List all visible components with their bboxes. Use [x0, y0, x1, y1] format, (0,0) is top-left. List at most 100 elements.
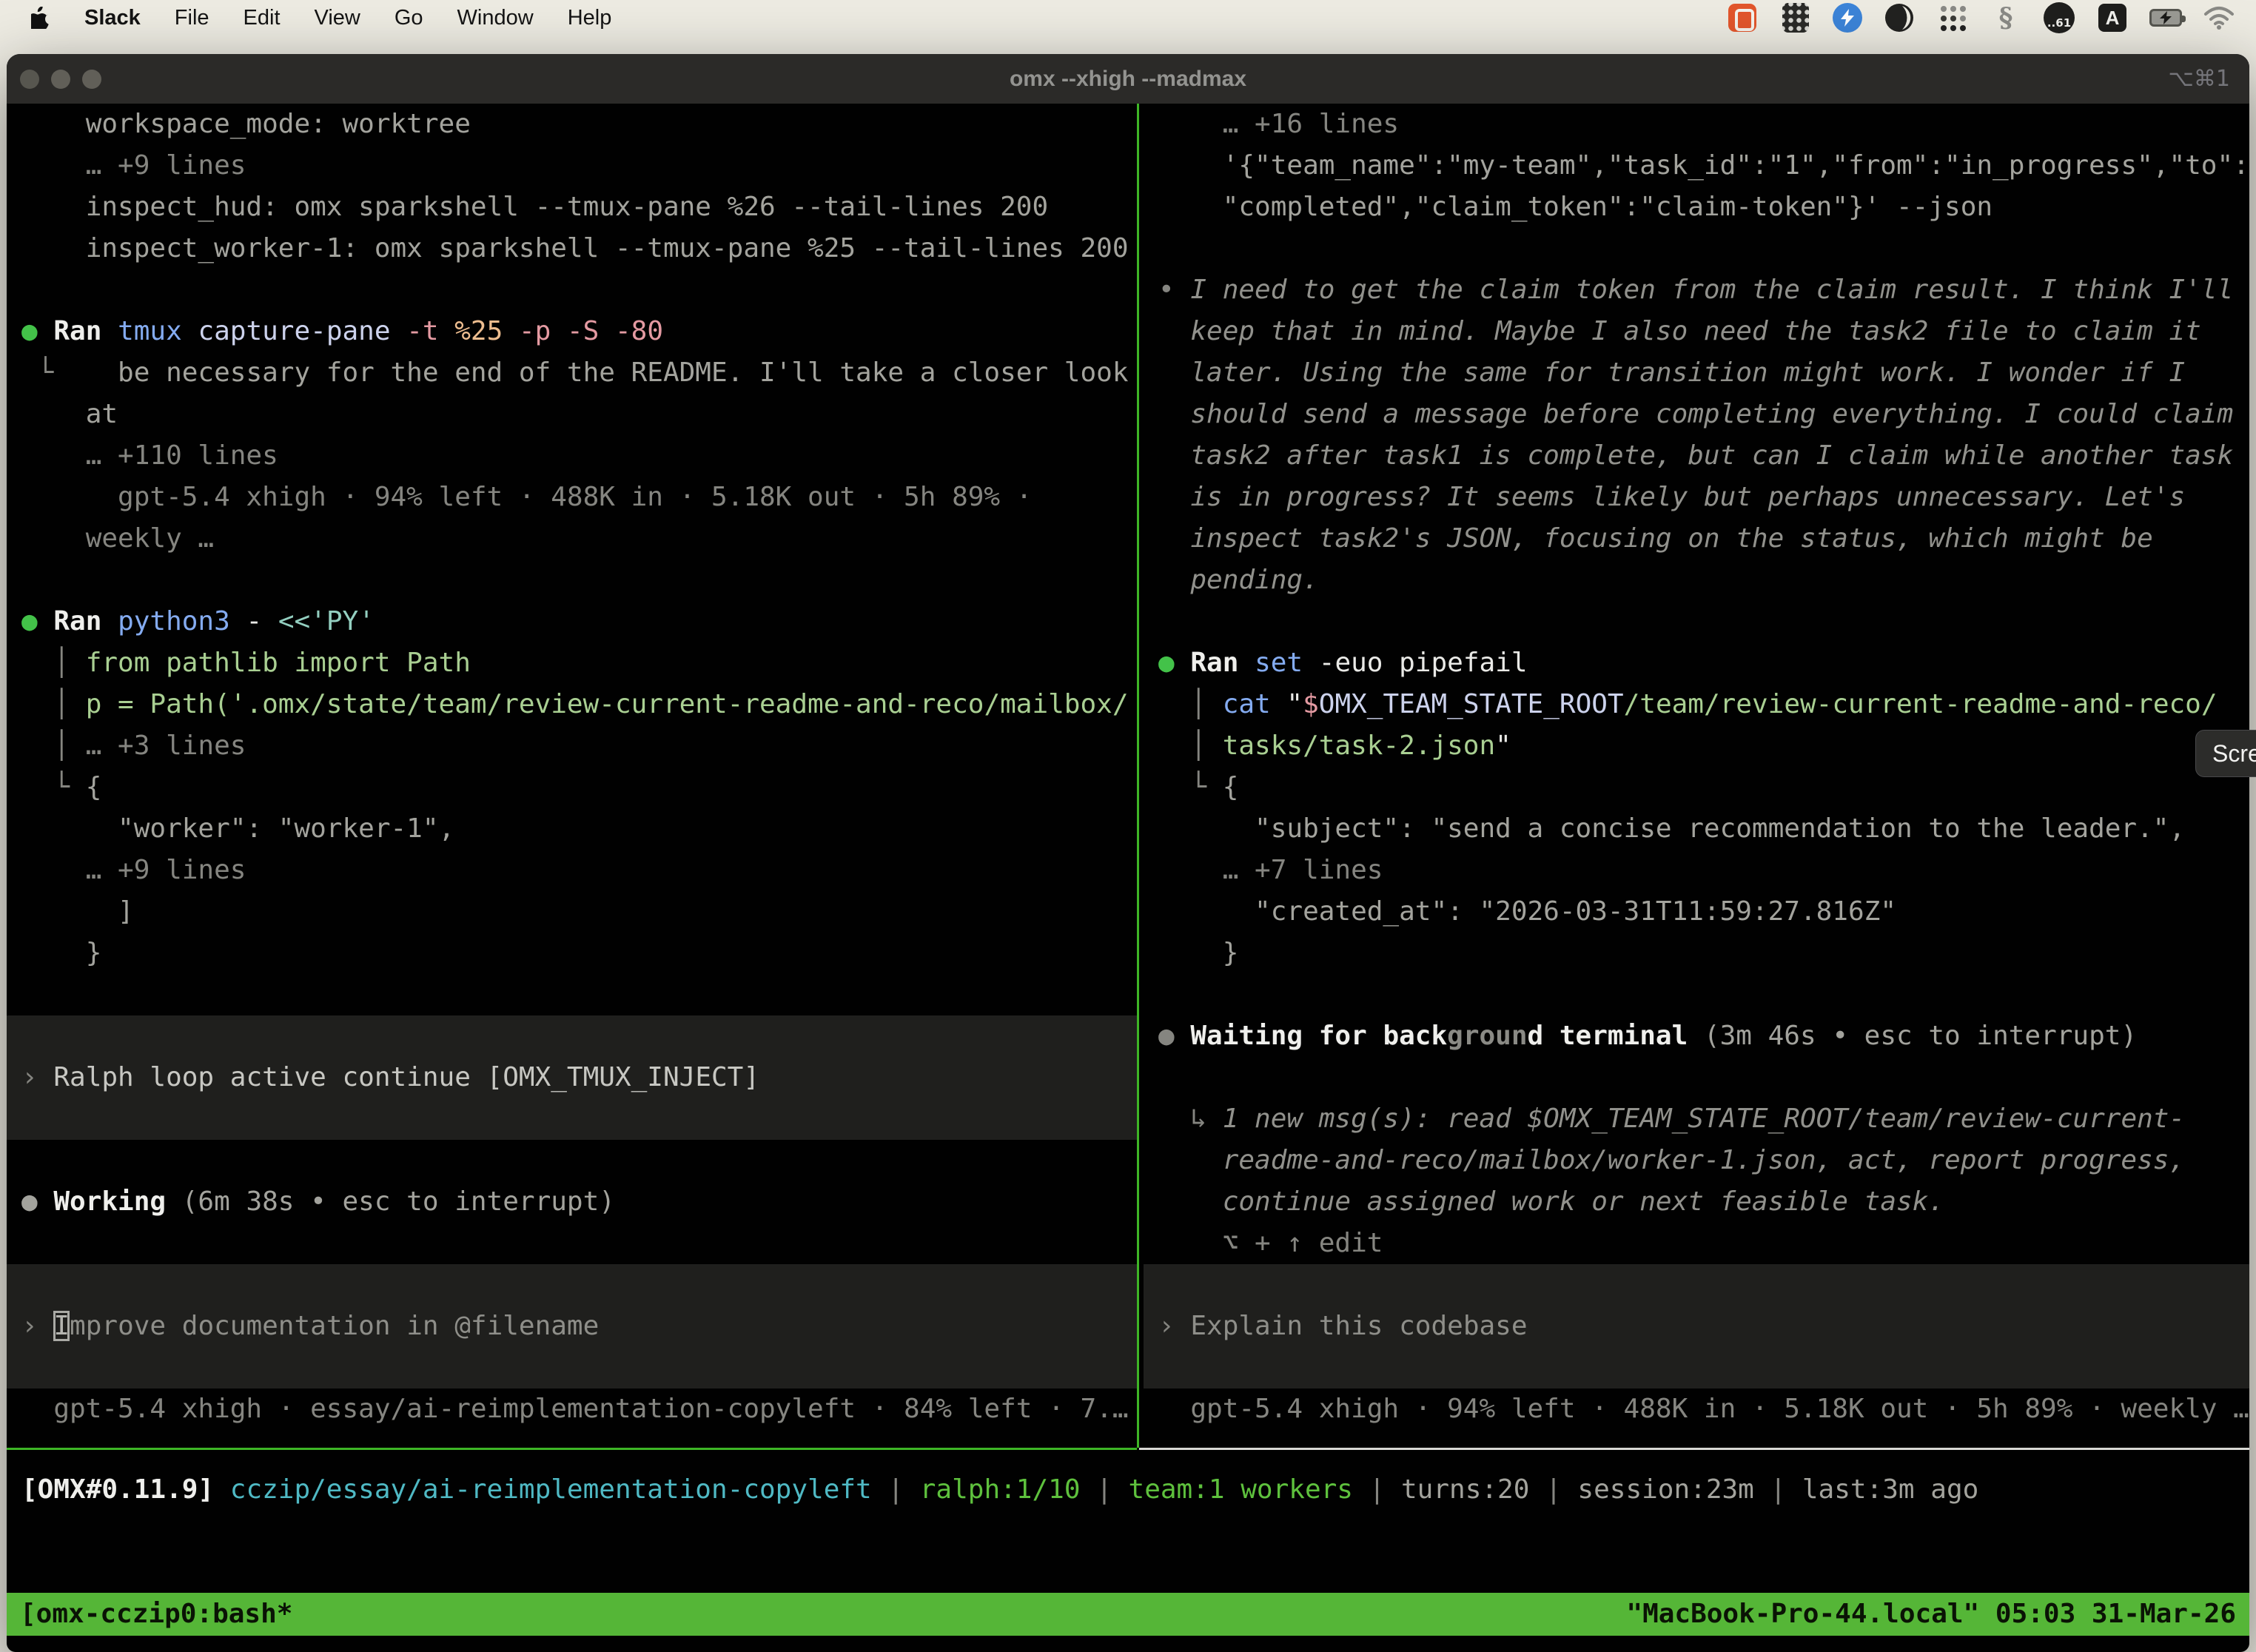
section-squiggle-icon[interactable]: § [1990, 1, 2022, 34]
terminal-row [7, 1098, 1138, 1140]
terminal-text-segment: is in progress? It seems likely but perh… [1158, 482, 2185, 512]
menu-item-window[interactable]: Window [457, 6, 534, 30]
terminal-text-segment: | [1529, 1474, 1577, 1505]
terminal-row: inspect task2's JSON, focusing on the st… [1144, 518, 2249, 560]
terminal-row: › Ralph loop active continue [OMX_TMUX_I… [7, 1057, 1138, 1098]
terminal-text-segment: "worker": "worker-1", [21, 813, 454, 844]
terminal-text-segment: "created_at": "2026-03-31T11:59:27.816Z" [1158, 896, 1896, 927]
dots-grid-icon[interactable] [1936, 1, 1969, 34]
terminal-row: weekly … [7, 518, 1138, 560]
menu-bar: Slack File Edit View Go Window Help § ..… [0, 0, 2256, 36]
terminal-row: ⌥ + ↑ edit [1144, 1223, 2249, 1264]
desktop: { "menu_bar": { "app_name": "Slack", "it… [0, 0, 2256, 1652]
terminal-text-segment: be necessary for the end of the README. … [118, 357, 1128, 388]
menu-item-file[interactable]: File [175, 6, 209, 30]
terminal-text-segment: ● [1158, 1021, 1190, 1051]
terminal-text-segment: '{"team_name":"my-team","task_id":"1","f… [1158, 150, 2249, 181]
menu-app-name[interactable]: Slack [84, 6, 141, 30]
terminal-text-segment: d terminal [1528, 1021, 1704, 1051]
apple-icon[interactable] [31, 7, 50, 29]
terminal-text-segment: I [53, 1311, 70, 1341]
terminal-row [1144, 1347, 2249, 1389]
terminal-text-segment: │ [1158, 689, 1223, 719]
lightning-badge-icon[interactable] [1833, 3, 1862, 33]
terminal-text-segment: … +16 lines [1158, 109, 1399, 139]
terminal-text-segment: workspace_mode: worktree [21, 109, 471, 139]
terminal-text-segment: readme-and-reco/mailbox/worker-1.json, a… [1158, 1145, 2185, 1175]
menu-item-go[interactable]: Go [395, 6, 423, 30]
zoom-button[interactable] [82, 70, 101, 89]
terminal-text-segment: cat [1223, 689, 1287, 719]
terminal-row: … +9 lines [7, 145, 1138, 187]
right-pane-terminal[interactable]: … +16 lines '{"team_name":"my-team","tas… [1144, 104, 2249, 1448]
terminal-text-segment: last:3m ago [1802, 1474, 1978, 1505]
menu-item-view[interactable]: View [315, 6, 360, 30]
terminal-row [7, 1140, 1138, 1181]
window-shortcut-hint: ⌥⌘1 [2168, 66, 2249, 92]
terminal-row [1144, 601, 2249, 642]
terminal-row: workspace_mode: worktree [7, 104, 1138, 145]
left-pane-terminal[interactable]: workspace_mode: worktree … +9 lines insp… [7, 104, 1138, 1448]
terminal-text-segment: › [1158, 1311, 1190, 1341]
terminal-row: readme-and-reco/mailbox/worker-1.json, a… [1144, 1140, 2249, 1181]
terminal-text-segment: { [86, 772, 102, 802]
terminal-text-segment: Ran [53, 606, 118, 637]
menu-item-help[interactable]: Help [568, 6, 612, 30]
terminal-text-segment: - [246, 606, 278, 637]
percent-badge-icon[interactable]: ..61 [2043, 1, 2075, 34]
terminal-row: • I need to get the claim token from the… [1144, 269, 2249, 311]
terminal-row: ● Working (6m 38s • esc to interrupt) [7, 1181, 1138, 1223]
terminal-text-segment: └ [21, 772, 86, 802]
terminal-text-segment: keep that in mind. Maybe I also need the… [1158, 316, 2201, 346]
terminal-row: should send a message before completing … [1144, 394, 2249, 435]
close-button[interactable] [20, 70, 39, 89]
terminal-text-segment: turns:20 [1401, 1474, 1529, 1505]
terminal-row [7, 1347, 1138, 1389]
terminal-text-segment: | [1353, 1474, 1401, 1505]
terminal-row: gpt-5.4 xhigh · essay/ai-reimplementatio… [7, 1389, 1138, 1430]
terminal-row [7, 269, 1138, 311]
terminal-text-segment: • [1158, 275, 1190, 305]
terminal-text-segment: | [1754, 1474, 1802, 1505]
terminal-text-segment: │ [21, 731, 86, 761]
terminal-text-segment: << [278, 606, 310, 637]
terminal-row: │ tasks/task-2.json" [1144, 725, 2249, 767]
terminal-row: "completed","claim_token":"claim-token"}… [1144, 187, 2249, 228]
terminal-text-segment: Ran [53, 316, 118, 346]
terminal-text-segment: … +9 lines [21, 150, 246, 181]
moon-icon[interactable] [1883, 1, 1916, 34]
terminal-text-segment: └ [1158, 772, 1223, 802]
terminal-row [1144, 228, 2249, 269]
battery-charging-icon[interactable] [2149, 1, 2182, 34]
menu-item-edit[interactable]: Edit [244, 6, 281, 30]
terminal-text-segment: python3 [118, 606, 246, 637]
terminal-text-segment: "subject": "send a concise recommendatio… [1158, 813, 2185, 844]
pane-divider-vertical[interactable] [1137, 104, 1139, 1448]
terminal-text-segment: … +3 lines [86, 731, 246, 761]
keyboard-a-badge-icon[interactable]: A [2096, 1, 2129, 34]
terminal-text-segment: should send a message before completing … [1158, 399, 2233, 429]
terminal-text-segment: %25 [454, 316, 519, 346]
terminal-text-segment: Waiting for back [1190, 1021, 1447, 1051]
device-grid-icon[interactable] [1779, 1, 1812, 34]
terminal-text-segment: set [1255, 648, 1319, 678]
terminal-text-segment: │ [21, 648, 86, 678]
screenshot-toast-label: Scre [2212, 740, 2256, 767]
screenshot-toast[interactable]: Scre [2195, 730, 2256, 777]
chat-app-icon[interactable] [1726, 1, 1759, 34]
terminal-text-segment: 1 new msg(s): read $OMX_TEAM_STATE_ROOT/… [1223, 1104, 2185, 1134]
terminal-text-segment: inspect task2's JSON, focusing on the st… [1158, 523, 2153, 554]
minimize-button[interactable] [51, 70, 70, 89]
terminal-row: ● Ran set -euo pipefail [1144, 642, 2249, 684]
terminal-row: ] [7, 891, 1138, 933]
terminal-row: │ from pathlib import Path [7, 642, 1138, 684]
terminal-text-segment: Ralph loop active continue [OMX_TMUX_INJ… [53, 1062, 759, 1092]
terminal-window: omx --xhigh --madmax ⌥⌘1 workspace_mode:… [7, 54, 2249, 1652]
wifi-icon[interactable] [2203, 1, 2235, 34]
terminal-text-segment: groun [1447, 1021, 1527, 1051]
terminal-row [7, 1264, 1138, 1306]
terminal-row: "subject": "send a concise recommendatio… [1144, 808, 2249, 850]
terminal-text-segment: │ [21, 689, 86, 719]
terminal-text-segment: " [1495, 731, 1511, 761]
terminal-row: gpt-5.4 xhigh · 94% left · 488K in · 5.1… [1144, 1389, 2249, 1430]
